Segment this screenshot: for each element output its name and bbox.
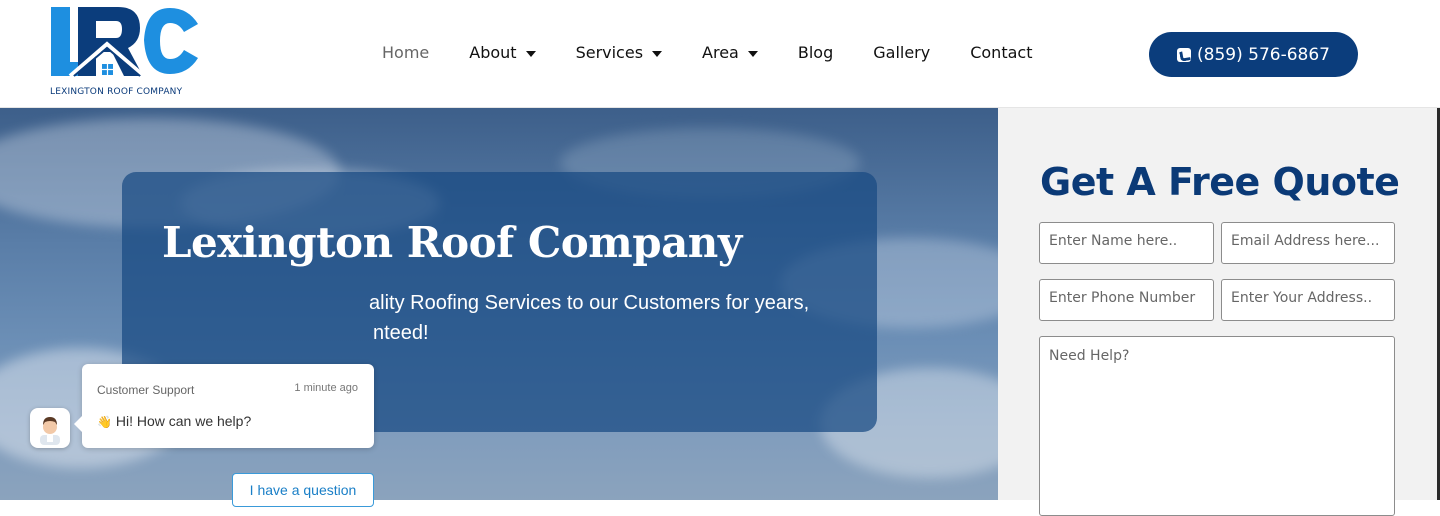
message-textarea[interactable]: Need Help? [1039, 336, 1395, 516]
nav-area-label: Area [702, 43, 739, 62]
chat-popup[interactable]: Customer Support 1 minute ago 👋 Hi! How … [74, 364, 374, 448]
nav-area[interactable]: Area [702, 43, 758, 62]
quote-form-title: Get A Free Quote [1040, 160, 1400, 204]
nav-contact[interactable]: Contact [970, 43, 1032, 62]
caret-down-icon [652, 50, 663, 57]
nav-blog-label: Blog [797, 43, 834, 62]
main-nav: Home About Services Area Blog Gallery Co… [382, 43, 1072, 62]
lrc-logo[interactable] [48, 4, 208, 100]
hero-title: Lexington Roof Company [162, 218, 742, 267]
nav-about[interactable]: About [469, 43, 536, 62]
nav-gallery[interactable]: Gallery [873, 43, 930, 62]
logo-tagline: LEXINGTON ROOF COMPANY [50, 87, 183, 97]
nav-blog[interactable]: Blog [798, 43, 833, 62]
nav-home[interactable]: Home [382, 43, 429, 62]
nav-gallery-label: Gallery [873, 43, 931, 62]
nav-about-label: About [469, 43, 517, 62]
email-field[interactable]: Email Address here... [1221, 222, 1395, 264]
hero-subtitle-line1: ality Roofing Services to our Customers … [369, 292, 810, 314]
nav-home-label: Home [382, 43, 430, 62]
agent-avatar-icon [40, 417, 60, 445]
hero-subtitle: ality Roofing Services to our Customers … [162, 288, 852, 348]
hero-subtitle-line2: nteed! [373, 322, 429, 344]
chat-message-text: Hi! How can we help? [115, 413, 252, 429]
nav-contact-label: Contact [970, 43, 1033, 62]
wave-emoji-icon: 👋 [97, 415, 112, 429]
nav-services[interactable]: Services [575, 43, 663, 62]
call-phone-button[interactable]: (859) 576-6867 [1149, 32, 1358, 77]
phone-icon [1177, 47, 1192, 62]
nav-services-label: Services [575, 43, 644, 62]
chat-agent-name: Customer Support [97, 383, 195, 397]
phone-field[interactable]: Enter Phone Number [1039, 279, 1214, 321]
caret-down-icon [525, 50, 536, 57]
caret-down-icon [747, 50, 758, 57]
chat-timestamp: 1 minute ago [294, 382, 358, 394]
chat-message: 👋 Hi! How can we help? [97, 413, 251, 429]
quote-form-panel: Get A Free Quote Enter Name here.. Email… [998, 108, 1440, 516]
name-field[interactable]: Enter Name here.. [1039, 222, 1214, 264]
site-header: LEXINGTON ROOF COMPANY Home About Servic… [0, 0, 1440, 108]
chat-agent-avatar[interactable] [30, 408, 70, 448]
chat-question-button[interactable]: I have a question [232, 473, 374, 507]
address-field[interactable]: Enter Your Address.. [1221, 279, 1395, 321]
phone-number: (859) 576-6867 [1197, 44, 1330, 65]
